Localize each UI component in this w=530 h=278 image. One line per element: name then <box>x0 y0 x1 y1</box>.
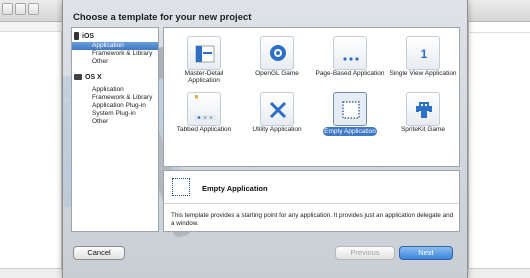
master-detail-icon <box>187 36 221 70</box>
category-header-ios: iOS <box>74 31 94 41</box>
template-single-view[interactable]: 1 Single View Application <box>388 32 458 87</box>
template-description-panel: Empty Application This template provides… <box>163 170 460 232</box>
tabbed-icon <box>187 92 221 126</box>
template-tabbed[interactable]: Tabbed Application <box>169 88 239 143</box>
template-empty-application[interactable]: Empty Application <box>315 88 385 143</box>
mac-icon <box>74 74 82 80</box>
spritekit-icon <box>406 92 440 126</box>
previous-button[interactable]: Previous <box>335 246 395 260</box>
template-utility[interactable]: Utility Application <box>242 88 312 143</box>
category-osx-framework-library[interactable]: Framework & Library <box>72 94 158 102</box>
opengl-icon <box>260 36 294 70</box>
category-osx-application-plugin[interactable]: Application Plug-in <box>72 102 158 110</box>
template-spritekit-game[interactable]: SpriteKit Game <box>388 88 458 143</box>
template-grid: Master-Detail Application OpenGL Game Pa… <box>163 27 460 167</box>
sheet-title: Choose a template for your new project <box>73 12 252 23</box>
category-ios-framework-library[interactable]: Framework & Library <box>72 50 158 58</box>
toolbar-button[interactable] <box>2 3 13 15</box>
next-button[interactable]: Next <box>399 246 453 260</box>
category-osx-system-plugin[interactable]: System Plug-in <box>72 110 158 118</box>
template-opengl-game[interactable]: OpenGL Game <box>242 32 312 87</box>
navigator-bar <box>0 22 62 32</box>
utilities-pane <box>468 22 530 278</box>
toolbar-button[interactable] <box>15 3 26 15</box>
category-osx-application[interactable]: Application <box>72 86 158 94</box>
utility-icon <box>260 92 294 126</box>
description-title: Empty Application <box>202 184 268 193</box>
category-header-osx: OS X <box>74 72 102 82</box>
navigator-pane <box>0 22 62 278</box>
single-view-icon: 1 <box>406 36 440 70</box>
iphone-icon <box>74 32 79 40</box>
cancel-button[interactable]: Cancel <box>73 246 125 260</box>
description-text: This template provides a starting point … <box>171 212 454 227</box>
empty-app-icon <box>172 178 190 196</box>
category-ios-other[interactable]: Other <box>72 58 158 66</box>
svg-text:1: 1 <box>421 47 428 61</box>
template-master-detail[interactable]: Master-Detail Application <box>169 32 239 87</box>
empty-app-icon <box>333 92 367 126</box>
category-osx-other[interactable]: Other <box>72 118 158 126</box>
new-project-sheet: Choose a template for your new project i… <box>62 0 468 278</box>
page-based-icon <box>333 36 367 70</box>
template-page-based[interactable]: Page-Based Application <box>315 32 385 87</box>
description-divider <box>164 203 459 204</box>
category-ios-application[interactable]: Application <box>72 42 158 50</box>
utilities-divider <box>468 32 530 33</box>
toolbar-button[interactable] <box>28 3 39 15</box>
template-category-list: iOS Application Framework & Library Othe… <box>71 27 159 232</box>
